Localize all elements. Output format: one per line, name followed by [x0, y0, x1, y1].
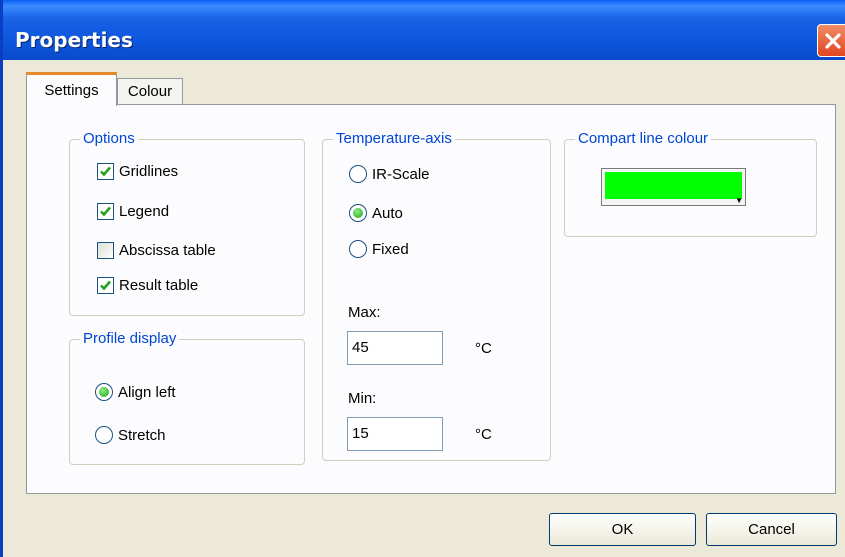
close-icon [824, 32, 841, 49]
radio-circle [95, 426, 113, 444]
ir-scale-radio[interactable]: IR-Scale [349, 165, 430, 183]
check-icon [100, 206, 111, 217]
ok-button[interactable]: OK [549, 513, 696, 546]
options-legend: Options [80, 130, 138, 147]
profile-display-group: Profile display Align left Stretch [69, 330, 305, 465]
gridlines-label: Gridlines [119, 163, 179, 180]
checkbox-box [97, 163, 114, 180]
fixed-label: Fixed [372, 240, 409, 258]
temperature-axis-legend: Temperature-axis [333, 130, 455, 147]
title-bar[interactable]: Properties [3, 0, 845, 60]
tab-settings[interactable]: Settings [26, 72, 117, 106]
temperature-axis-group: Temperature-axis IR-Scale Auto Fixed Max… [322, 130, 551, 461]
align-left-radio[interactable]: Align left [95, 383, 176, 401]
align-left-label: Align left [118, 383, 176, 401]
legend-checkbox[interactable]: Legend [97, 203, 169, 220]
min-unit: °C [475, 426, 492, 443]
compart-line-colour-picker[interactable]: ▼ [601, 168, 746, 206]
checkbox-box [97, 242, 114, 259]
result-table-checkbox[interactable]: Result table [97, 277, 198, 294]
max-label: Max: [348, 304, 381, 321]
fixed-radio[interactable]: Fixed [349, 240, 409, 258]
auto-label: Auto [372, 204, 403, 222]
properties-window: Properties Colour Settings Options Gridl… [0, 0, 845, 557]
check-icon [100, 280, 111, 291]
options-group: Options Gridlines Legend Abscissa table … [69, 130, 305, 316]
tab-colour[interactable]: Colour [117, 78, 183, 105]
colour-swatch [605, 172, 742, 199]
compart-line-colour-legend: Compart line colour [575, 130, 712, 147]
max-unit: °C [475, 340, 492, 357]
close-button[interactable] [817, 24, 845, 57]
min-label: Min: [348, 390, 377, 407]
stretch-radio[interactable]: Stretch [95, 426, 166, 444]
checkbox-box [97, 277, 114, 294]
settings-panel: Options Gridlines Legend Abscissa table … [26, 104, 836, 494]
stretch-label: Stretch [118, 426, 166, 444]
radio-circle [95, 383, 113, 401]
min-input[interactable]: 15 [347, 417, 443, 451]
checkbox-box [97, 203, 114, 220]
result-table-label: Result table [119, 277, 199, 294]
gridlines-checkbox[interactable]: Gridlines [97, 163, 178, 180]
profile-display-legend: Profile display [80, 330, 180, 347]
compart-line-colour-group: Compart line colour ▼ [564, 130, 817, 237]
abscissa-table-label: Abscissa table [119, 242, 216, 259]
dropdown-arrow-icon: ▼ [735, 196, 743, 205]
max-input[interactable]: 45 [347, 331, 443, 365]
radio-circle [349, 204, 367, 222]
window-title: Properties [15, 28, 133, 52]
radio-circle [349, 165, 367, 183]
ir-scale-label: IR-Scale [372, 165, 430, 183]
cancel-button[interactable]: Cancel [706, 513, 837, 546]
abscissa-table-checkbox[interactable]: Abscissa table [97, 242, 216, 259]
legend-label: Legend [119, 203, 170, 220]
check-icon [100, 166, 111, 177]
auto-radio[interactable]: Auto [349, 204, 403, 222]
radio-circle [349, 240, 367, 258]
